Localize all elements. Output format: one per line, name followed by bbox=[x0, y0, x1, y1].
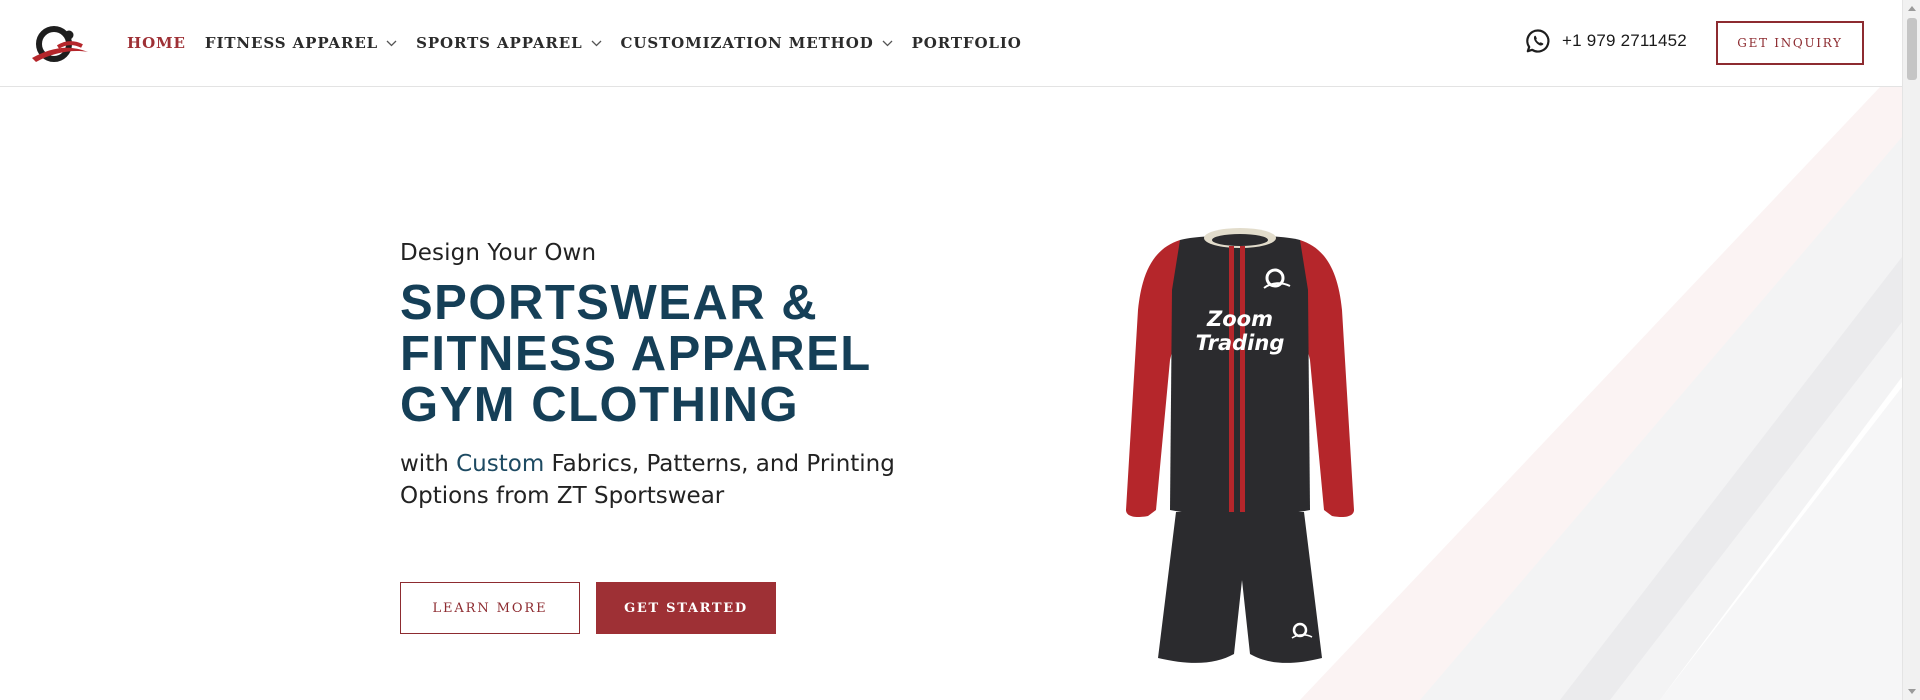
chevron-down-icon bbox=[591, 40, 601, 46]
hero-title-line: GYM CLOTHING bbox=[400, 378, 800, 432]
zoom-trading-logo[interactable] bbox=[28, 22, 92, 66]
scroll-up-arrow-icon[interactable] bbox=[1908, 6, 1916, 11]
hero-title: SPORTSWEAR & FITNESS APPAREL GYM CLOTHIN… bbox=[400, 278, 960, 431]
page-scrollbar[interactable] bbox=[1902, 0, 1920, 700]
learn-more-button[interactable]: LEARN MORE bbox=[400, 582, 580, 634]
nav-fitness-apparel[interactable]: FITNESS APPAREL bbox=[205, 34, 397, 52]
nav-portfolio-label: PORTFOLIO bbox=[911, 34, 1022, 52]
phone-number: +1 979 2711452 bbox=[1562, 31, 1687, 50]
phone-contact[interactable]: +1 979 2711452 bbox=[1525, 28, 1687, 54]
sportswear-kit-image: Zoom Trading bbox=[1126, 228, 1354, 663]
nav-sports-apparel[interactable]: SPORTS APPAREL bbox=[416, 34, 601, 52]
get-inquiry-button[interactable]: GET INQUIRY bbox=[1716, 21, 1864, 65]
site-header: HOME FITNESS APPAREL SPORTS APPAREL CUST… bbox=[0, 0, 1902, 87]
nav-portfolio[interactable]: PORTFOLIO bbox=[912, 34, 1022, 52]
nav-home[interactable]: HOME bbox=[127, 34, 186, 52]
main-nav: HOME FITNESS APPAREL SPORTS APPAREL CUST… bbox=[127, 0, 1041, 86]
get-started-button[interactable]: GET STARTED bbox=[596, 582, 776, 634]
nav-fitness-apparel-label: FITNESS APPAREL bbox=[204, 34, 379, 52]
hero-subtitle: with Custom Fabrics, Patterns, and Print… bbox=[400, 448, 940, 512]
whatsapp-icon bbox=[1526, 29, 1550, 53]
chevron-down-icon bbox=[386, 40, 397, 46]
chevron-down-icon bbox=[882, 40, 893, 46]
kit-brand-line-1: Zoom bbox=[1206, 307, 1273, 331]
hero-subtitle-highlight: Custom bbox=[456, 451, 545, 477]
hero-heading-block: Design Your Own SPORTSWEAR & FITNESS APP… bbox=[400, 240, 960, 431]
nav-sports-apparel-label: SPORTS APPAREL bbox=[416, 34, 583, 52]
kit-brand-line-2: Trading bbox=[1196, 331, 1285, 355]
nav-customization-method-label: CUSTOMIZATION METHOD bbox=[620, 34, 874, 52]
hero-title-line: FITNESS APPAREL bbox=[400, 327, 872, 381]
hero-pre-title: Design Your Own bbox=[400, 240, 597, 266]
nav-home-label: HOME bbox=[127, 34, 186, 52]
hero-subtitle-start: with bbox=[400, 451, 457, 477]
scroll-down-arrow-icon[interactable] bbox=[1908, 689, 1916, 694]
scrollbar-thumb[interactable] bbox=[1907, 18, 1917, 80]
hero-title-line: SPORTSWEAR & bbox=[400, 276, 819, 330]
nav-customization-method[interactable]: CUSTOMIZATION METHOD bbox=[621, 34, 893, 52]
